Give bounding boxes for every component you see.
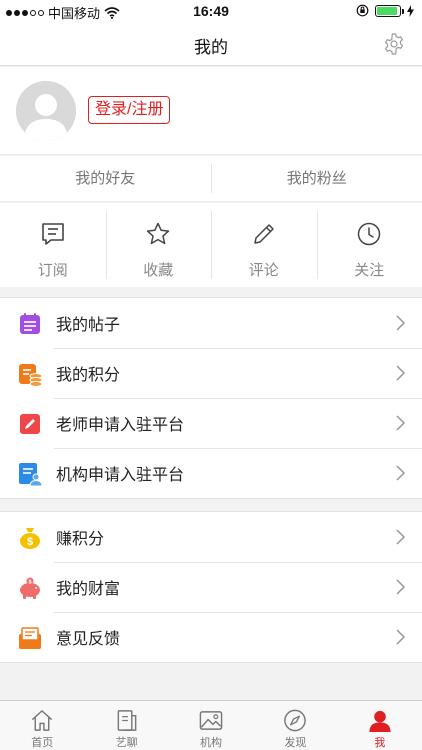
- home-icon: [32, 710, 53, 731]
- menu-item-label: 赚积分: [56, 531, 105, 548]
- clock-icon: [358, 222, 381, 246]
- rotation-lock-icon: [356, 4, 369, 17]
- action-subscribe[interactable]: 订阅: [0, 203, 106, 287]
- tab-bar: 首页 艺聊 机构 发现 我: [0, 700, 422, 750]
- menu-item-teacher-apply[interactable]: 老师申请入驻平台: [0, 398, 422, 448]
- action-label: 关注: [354, 262, 385, 279]
- star-icon: [147, 222, 170, 245]
- action-follow[interactable]: 关注: [316, 203, 422, 287]
- action-label: 收藏: [143, 262, 174, 279]
- avatar[interactable]: [16, 81, 76, 141]
- my-fans-link[interactable]: 我的粉丝: [212, 156, 422, 201]
- page-title: 我的: [194, 38, 228, 57]
- feedback-icon: [19, 627, 41, 649]
- tab-home[interactable]: 首页: [0, 701, 84, 750]
- chevron-right-icon: [396, 579, 406, 595]
- chevron-right-icon: [396, 365, 406, 381]
- chat-icon: [117, 710, 136, 731]
- action-label: 订阅: [37, 262, 68, 279]
- menu-item-feedback[interactable]: 意见反馈: [0, 612, 422, 662]
- tab-label: 发现: [284, 737, 307, 749]
- menu-item-label: 我的帖子: [56, 317, 121, 334]
- tab-chat[interactable]: 艺聊: [84, 701, 168, 750]
- compass-icon: [284, 709, 307, 732]
- menu-item-institution-apply[interactable]: 机构申请入驻平台: [0, 448, 422, 498]
- quick-actions: 订阅 收藏 评论 关注: [0, 203, 422, 287]
- subscribe-icon: [41, 223, 64, 245]
- institution-apply-icon: [19, 463, 43, 487]
- menu-item-my-wealth[interactable]: $ 我的财富: [0, 562, 422, 612]
- menu-item-label: 我的积分: [56, 367, 121, 384]
- chevron-right-icon: [396, 415, 406, 431]
- action-favorite[interactable]: 收藏: [105, 203, 212, 287]
- menu-item-label: 机构申请入驻平台: [56, 467, 185, 484]
- charging-icon: [407, 4, 414, 17]
- svg-text:$: $: [27, 536, 33, 548]
- tab-institution[interactable]: 机构: [169, 701, 253, 750]
- login-register-button[interactable]: 登录/注册: [88, 96, 171, 124]
- status-bar: 中国移动 16:49: [0, 0, 422, 22]
- menu-group-wealth: $ 赚积分 $ 我的财富 意见反馈: [0, 511, 422, 663]
- image-icon: [199, 711, 223, 730]
- chevron-right-icon: [396, 315, 406, 331]
- social-row: 我的好友 我的粉丝: [0, 156, 422, 202]
- menu-group-account: 我的帖子 我的积分 老师申请入驻平台 机构申请入驻平台: [0, 297, 422, 499]
- tab-label: 艺聊: [115, 737, 138, 749]
- svg-text:$: $: [28, 579, 31, 585]
- chevron-right-icon: [396, 529, 406, 545]
- tab-me[interactable]: 我: [338, 701, 422, 750]
- chevron-right-icon: [396, 465, 406, 481]
- tab-label: 我: [374, 737, 386, 749]
- battery-icon: [375, 4, 404, 17]
- menu-item-earn-points[interactable]: $ 赚积分: [0, 512, 422, 562]
- profile-section: 登录/注册: [0, 67, 422, 155]
- menu-item-my-posts[interactable]: 我的帖子: [0, 298, 422, 348]
- menu-item-my-points[interactable]: 我的积分: [0, 348, 422, 398]
- teacher-apply-icon: [20, 414, 40, 434]
- menu-item-label: 老师申请入驻平台: [56, 417, 185, 434]
- default-avatar-icon: [16, 81, 76, 141]
- money-bag-icon: $: [20, 528, 40, 549]
- menu-item-label: 意见反馈: [56, 631, 121, 648]
- menu-item-label: 我的财富: [56, 581, 121, 598]
- gear-icon[interactable]: [382, 32, 406, 56]
- action-label: 评论: [248, 262, 279, 279]
- action-comment[interactable]: 评论: [211, 203, 317, 287]
- tab-label: 首页: [31, 737, 54, 749]
- pencil-icon: [254, 224, 274, 244]
- my-friends-link[interactable]: 我的好友: [0, 156, 211, 201]
- chevron-right-icon: [396, 629, 406, 645]
- nav-bar: 我的: [0, 22, 422, 66]
- posts-icon: [20, 313, 40, 334]
- piggy-bank-icon: $: [20, 577, 40, 599]
- points-icon: [19, 364, 43, 387]
- tab-discover[interactable]: 发现: [253, 701, 337, 750]
- person-icon: [369, 710, 391, 733]
- tab-label: 机构: [200, 737, 223, 749]
